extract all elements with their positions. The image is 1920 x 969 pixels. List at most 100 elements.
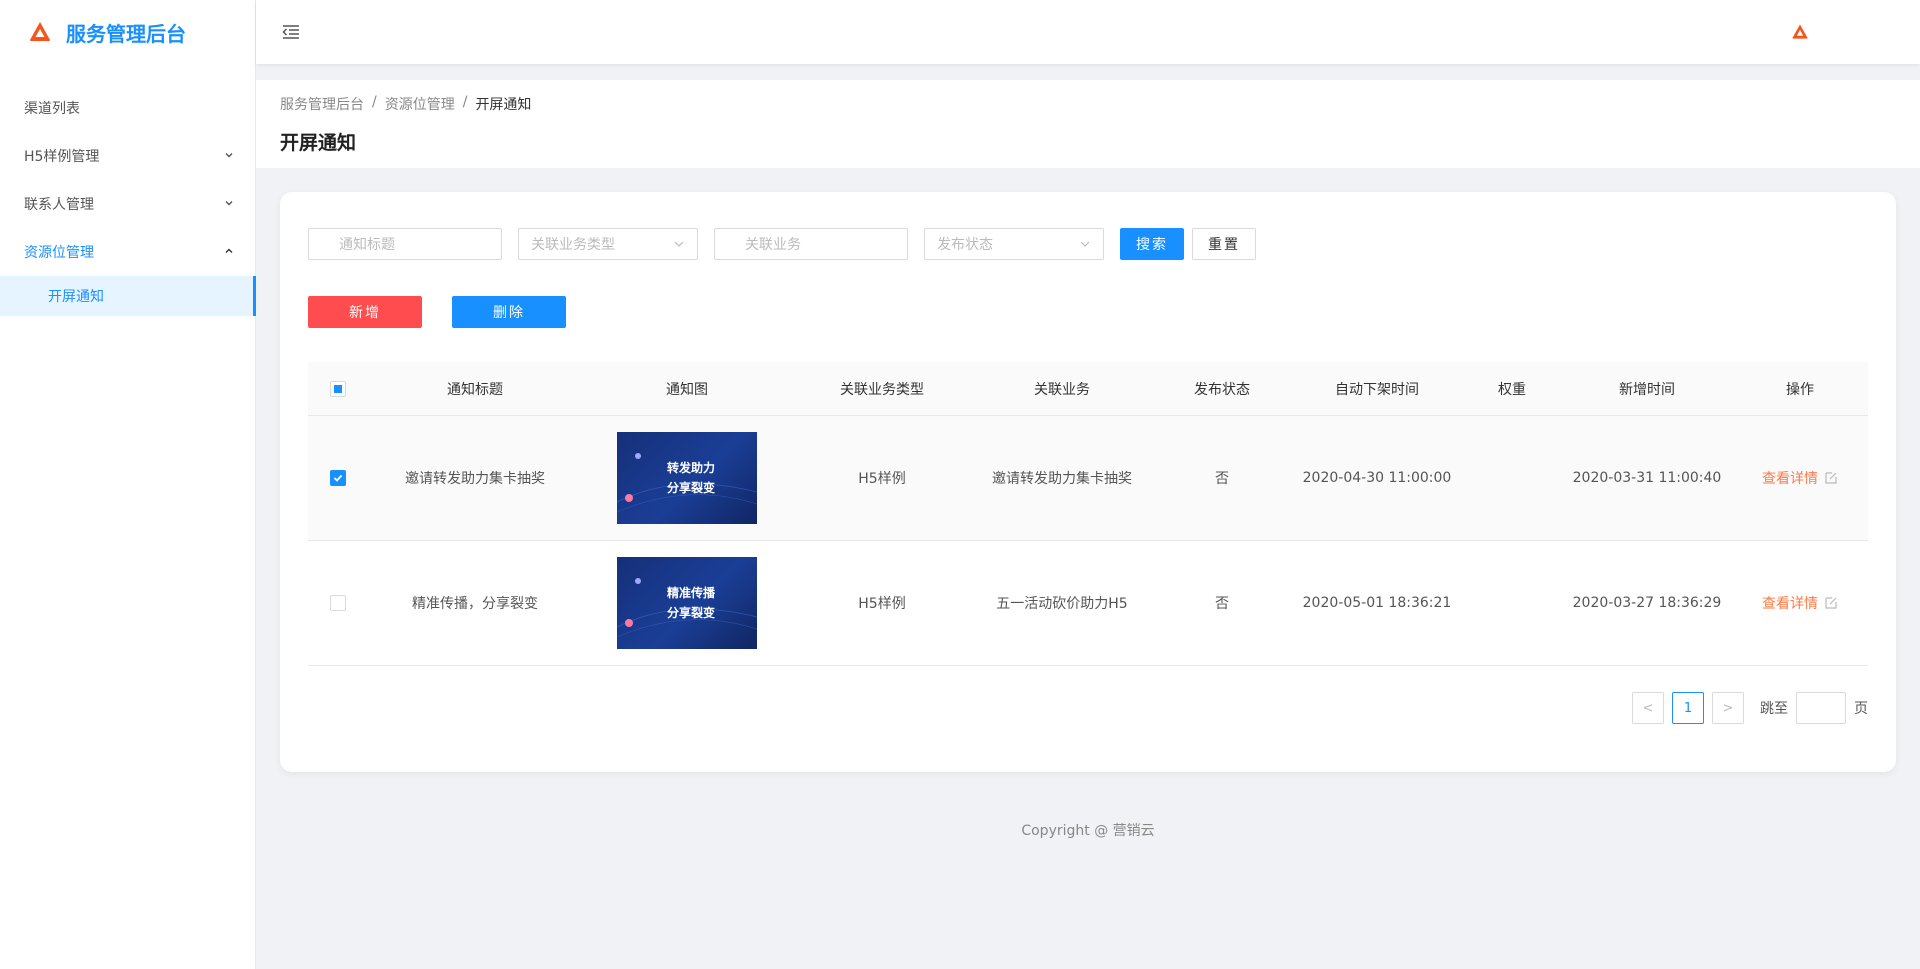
table-row[interactable]: 精准传播，分享裂变 精准传播 分享裂变 H5样例 五一活动砍价助力H5 否 20… xyxy=(308,541,1868,666)
row-checkbox-cell xyxy=(308,470,368,486)
sidebar-subitem-splash-notice[interactable]: 开屏通知 xyxy=(0,276,256,316)
view-detail-link[interactable]: 查看详情 xyxy=(1762,593,1838,613)
view-detail-label: 查看详情 xyxy=(1762,596,1818,612)
notice-thumbnail[interactable]: 转发助力 分享裂变 xyxy=(617,432,757,524)
placeholder-text: 关联业务 xyxy=(745,237,801,253)
biz-name: 邀请转发助力集卡抽奖 xyxy=(992,471,1132,487)
column-header: 操作 xyxy=(1786,381,1814,398)
logo-icon xyxy=(30,22,50,41)
image-cell: 精准传播 分享裂变 xyxy=(582,557,792,649)
title-search-input[interactable]: 通知标题 xyxy=(308,228,502,260)
notice-title: 邀请转发助力集卡抽奖 xyxy=(405,471,545,487)
reset-button[interactable]: 重置 xyxy=(1192,228,1256,260)
created-time: 2020-03-27 18:36:29 xyxy=(1572,595,1722,611)
chevron-down-icon xyxy=(223,198,235,211)
sidebar-item-label: H5样例管理 xyxy=(24,149,100,165)
content-card: 通知标题 关联业务类型 关联业务 发布状态 搜索 重置 新增 删除 通知标题 通… xyxy=(280,192,1896,772)
sidebar-item-contacts[interactable]: 联系人管理 xyxy=(0,180,255,228)
biz-type-select[interactable]: 关联业务类型 xyxy=(518,228,698,260)
breadcrumb-item[interactable]: 服务管理后台 xyxy=(280,94,364,114)
image-cell: 转发助力 分享裂变 xyxy=(582,432,792,524)
select-all-checkbox[interactable] xyxy=(330,380,346,397)
view-detail-link[interactable]: 查看详情 xyxy=(1762,468,1838,488)
notice-thumbnail[interactable]: 精准传播 分享裂变 xyxy=(617,557,757,649)
row-checkbox[interactable] xyxy=(330,470,346,486)
thumbnail-line: 转发助力 xyxy=(666,461,715,475)
edit-icon[interactable] xyxy=(1824,471,1838,485)
placeholder-text: 通知标题 xyxy=(339,237,395,253)
action-bar: 新增 删除 xyxy=(308,296,1868,332)
logo[interactable]: 服务管理后台 xyxy=(0,0,255,64)
column-header: 自动下架时间 xyxy=(1335,381,1419,398)
thumbnail-line: 分享裂变 xyxy=(666,481,715,495)
app-root: 服务管理后台 渠道列表 H5样例管理 联系人管理 资源位管理 开屏通知 服务管理… xyxy=(0,0,1920,969)
sidebar-item-h5-samples[interactable]: H5样例管理 xyxy=(0,132,255,180)
top-header xyxy=(256,0,1920,64)
column-header: 通知标题 xyxy=(447,381,503,398)
view-detail-label: 查看详情 xyxy=(1762,471,1818,487)
column-header: 关联业务类型 xyxy=(840,381,924,398)
copyright-text: Copyright @ 营销云 xyxy=(1021,823,1155,839)
thumbnail-line: 分享裂变 xyxy=(666,606,715,620)
checkbox-indeterminate-mark xyxy=(334,384,342,393)
row-checkbox[interactable] xyxy=(330,595,346,611)
sidebar: 服务管理后台 渠道列表 H5样例管理 联系人管理 资源位管理 开屏通知 xyxy=(0,0,256,969)
search-button[interactable]: 搜索 xyxy=(1120,228,1184,260)
edit-icon[interactable] xyxy=(1824,596,1838,610)
table-header: 通知标题 通知图 关联业务类型 关联业务 发布状态 自动下架时间 权重 新增时间… xyxy=(308,362,1868,416)
header-checkbox-cell xyxy=(308,380,368,397)
row-actions: 查看详情 xyxy=(1732,593,1868,613)
sidebar-item-channels[interactable]: 渠道列表 xyxy=(0,84,255,132)
breadcrumb-separator: / xyxy=(462,94,468,110)
biz-type: H5样例 xyxy=(858,596,906,612)
notice-title: 精准传播，分享裂变 xyxy=(412,596,538,612)
menu-fold-icon[interactable] xyxy=(280,21,302,43)
breadcrumb: 服务管理后台 / 资源位管理 / 开屏通知 xyxy=(280,94,1896,114)
page-number-button[interactable]: 1 xyxy=(1672,692,1704,724)
thumbnail-text: 转发助力 分享裂变 xyxy=(667,458,715,498)
prev-page-button[interactable]: < xyxy=(1632,692,1664,724)
page-title: 开屏通知 xyxy=(280,132,357,154)
column-header: 新增时间 xyxy=(1619,381,1675,398)
placeholder-text: 发布状态 xyxy=(937,237,993,253)
created-time: 2020-03-31 11:00:40 xyxy=(1572,470,1722,486)
app-title: 服务管理后台 xyxy=(66,21,186,46)
table-row[interactable]: 邀请转发助力集卡抽奖 转发助力 分享裂变 H5样例 邀请转发助力集卡抽奖 否 2… xyxy=(308,416,1868,541)
pagination: < 1 > 跳至 页 xyxy=(1632,692,1868,724)
checkmark-icon xyxy=(333,474,343,482)
add-button[interactable]: 新增 xyxy=(308,296,422,328)
sidebar-subitem-label: 开屏通知 xyxy=(48,289,104,305)
thumbnail-text: 精准传播 分享裂变 xyxy=(667,583,715,623)
row-actions: 查看详情 xyxy=(1732,468,1868,488)
biz-search-input[interactable]: 关联业务 xyxy=(714,228,908,260)
notice-table: 通知标题 通知图 关联业务类型 关联业务 发布状态 自动下架时间 权重 新增时间… xyxy=(308,362,1868,666)
breadcrumb-item[interactable]: 资源位管理 xyxy=(385,94,455,114)
footer: Copyright @ 营销云 xyxy=(256,820,1920,840)
biz-name: 五一活动砍价助力H5 xyxy=(996,596,1128,612)
filter-bar: 通知标题 关联业务类型 关联业务 发布状态 搜索 重置 xyxy=(308,228,1868,260)
biz-type: H5样例 xyxy=(858,471,906,487)
column-header: 权重 xyxy=(1498,381,1526,398)
delete-button[interactable]: 删除 xyxy=(452,296,566,328)
next-page-button[interactable]: > xyxy=(1712,692,1744,724)
page-header: 服务管理后台 / 资源位管理 / 开屏通知 开屏通知 xyxy=(256,80,1920,168)
jump-page-input[interactable] xyxy=(1796,692,1846,724)
row-checkbox-cell xyxy=(308,595,368,611)
auto-off-time: 2020-04-30 11:00:00 xyxy=(1302,470,1452,486)
sidebar-item-resources[interactable]: 资源位管理 xyxy=(0,228,255,276)
breadcrumb-separator: / xyxy=(372,94,377,110)
chevron-down-icon xyxy=(1080,241,1090,247)
chevron-up-icon xyxy=(223,246,235,259)
sidebar-item-label: 渠道列表 xyxy=(24,101,80,117)
column-header: 通知图 xyxy=(666,381,708,398)
user-logo-icon[interactable] xyxy=(1790,22,1810,42)
thumbnail-line: 精准传播 xyxy=(666,586,715,600)
chevron-down-icon xyxy=(223,150,235,163)
publish-status: 否 xyxy=(1215,596,1229,612)
chevron-down-icon xyxy=(674,241,684,247)
status-select[interactable]: 发布状态 xyxy=(924,228,1104,260)
page-suffix-label: 页 xyxy=(1854,701,1868,717)
auto-off-time: 2020-05-01 18:36:21 xyxy=(1302,595,1452,611)
jump-label: 跳至 xyxy=(1760,701,1788,717)
column-header: 关联业务 xyxy=(1034,381,1090,398)
